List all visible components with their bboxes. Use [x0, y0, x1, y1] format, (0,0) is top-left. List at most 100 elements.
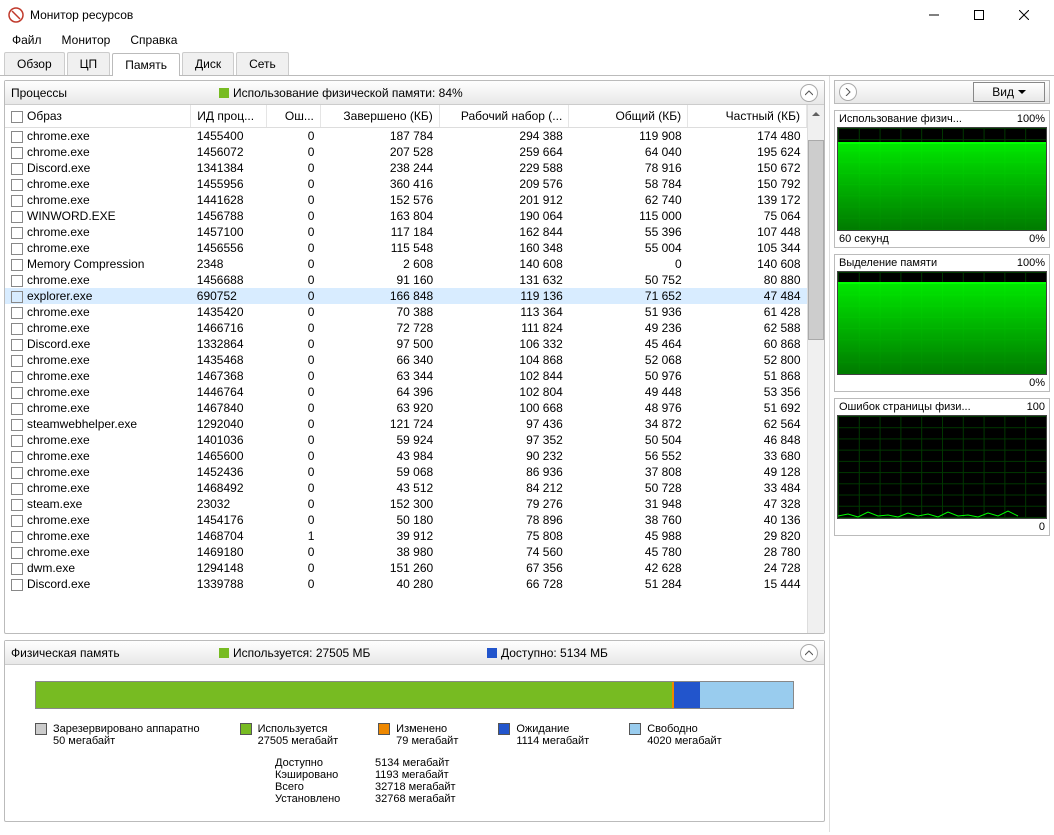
physical-memory-header[interactable]: Физическая память Используется: 27505 МБ…: [5, 641, 824, 665]
table-row[interactable]: chrome.exe14565560115 548160 34855 00410…: [5, 240, 807, 256]
table-row[interactable]: chrome.exe1454176050 18078 89638 76040 1…: [5, 512, 807, 528]
row-checkbox[interactable]: [11, 403, 23, 415]
legend-reserved: Зарезервировано аппаратно50 мегабайт: [35, 723, 200, 747]
row-checkbox[interactable]: [11, 435, 23, 447]
select-all-checkbox[interactable]: [11, 111, 23, 123]
collapse-processes-button[interactable]: [800, 84, 818, 102]
view-button[interactable]: Вид: [973, 82, 1045, 102]
menubar: Файл Монитор Справка: [0, 30, 1054, 50]
table-row[interactable]: WINWORD.EXE14567880163 804190 064115 000…: [5, 208, 807, 224]
table-row[interactable]: chrome.exe14416280152 576201 91262 74013…: [5, 192, 807, 208]
table-row[interactable]: chrome.exe1467368063 344102 84450 97651 …: [5, 368, 807, 384]
processes-table: Образ ИД проц... Ош... Завершено (КБ) Ра…: [5, 105, 807, 592]
row-checkbox[interactable]: [11, 387, 23, 399]
tab-overview[interactable]: Обзор: [4, 52, 65, 75]
scroll-up-button[interactable]: [808, 105, 824, 122]
table-row[interactable]: chrome.exe14554000187 784294 388119 9081…: [5, 128, 807, 145]
row-checkbox[interactable]: [11, 531, 23, 543]
table-row[interactable]: Discord.exe13413840238 244229 58878 9161…: [5, 160, 807, 176]
table-row[interactable]: Discord.exe1332864097 500106 33245 46460…: [5, 336, 807, 352]
table-row[interactable]: chrome.exe1469180038 98074 56045 78028 7…: [5, 544, 807, 560]
mem-avail-label: Доступно: 5134 МБ: [501, 646, 608, 660]
menu-monitor[interactable]: Монитор: [58, 31, 115, 49]
row-checkbox[interactable]: [11, 291, 23, 303]
row-checkbox[interactable]: [11, 259, 23, 271]
row-checkbox[interactable]: [11, 371, 23, 383]
table-row[interactable]: chrome.exe14560720207 528259 66464 04019…: [5, 144, 807, 160]
table-row[interactable]: chrome.exe1446764064 396102 80449 44853 …: [5, 384, 807, 400]
minimize-button[interactable]: [911, 0, 956, 30]
row-checkbox[interactable]: [11, 147, 23, 159]
col-working-set[interactable]: Рабочий набор (...: [439, 105, 569, 128]
processes-header[interactable]: Процессы Использование физической памяти…: [5, 81, 824, 105]
row-checkbox[interactable]: [11, 499, 23, 511]
row-checkbox[interactable]: [11, 515, 23, 527]
row-checkbox[interactable]: [11, 275, 23, 287]
table-row[interactable]: dwm.exe12941480151 26067 35642 62824 728: [5, 560, 807, 576]
maximize-button[interactable]: [956, 0, 1001, 30]
table-row[interactable]: chrome.exe1466716072 728111 82449 23662 …: [5, 320, 807, 336]
collapse-side-button[interactable]: [839, 83, 857, 101]
table-row[interactable]: steamwebhelper.exe12920400121 72497 4363…: [5, 416, 807, 432]
table-row[interactable]: chrome.exe1435420070 388113 36451 93661 …: [5, 304, 807, 320]
row-checkbox[interactable]: [11, 243, 23, 255]
processes-usage: Использование физической памяти: 84%: [233, 86, 463, 100]
graph-commit: Выделение памяти100% 0%: [834, 254, 1050, 392]
tab-disk[interactable]: Диск: [182, 52, 234, 75]
tab-network[interactable]: Сеть: [236, 52, 289, 75]
table-row[interactable]: chrome.exe1452436059 06886 93637 80849 1…: [5, 464, 807, 480]
legend-free: Свободно4020 мегабайт: [629, 723, 721, 747]
table-row[interactable]: Discord.exe1339788040 28066 72851 28415 …: [5, 576, 807, 592]
col-private[interactable]: Частный (КБ): [688, 105, 807, 128]
menu-help[interactable]: Справка: [126, 31, 181, 49]
row-checkbox[interactable]: [11, 579, 23, 591]
memory-stats: Доступно5134 мегабайт Кэшировано1193 мег…: [275, 757, 794, 805]
col-commit[interactable]: Завершено (КБ): [320, 105, 439, 128]
tab-cpu[interactable]: ЦП: [67, 52, 111, 75]
table-row[interactable]: chrome.exe1401036059 92497 35250 50446 8…: [5, 432, 807, 448]
table-row[interactable]: chrome.exe1468492043 51284 21250 72833 4…: [5, 480, 807, 496]
menu-file[interactable]: Файл: [8, 31, 46, 49]
row-checkbox[interactable]: [11, 211, 23, 223]
row-checkbox[interactable]: [11, 131, 23, 143]
table-row[interactable]: chrome.exe1456688091 160131 63250 75280 …: [5, 272, 807, 288]
row-checkbox[interactable]: [11, 467, 23, 479]
row-checkbox[interactable]: [11, 355, 23, 367]
close-button[interactable]: [1001, 0, 1046, 30]
legend-used: Используется27505 мегабайт: [240, 723, 339, 747]
table-row[interactable]: chrome.exe1468704139 91275 80845 98829 8…: [5, 528, 807, 544]
graph-physical-usage: Использование физич...100% 60 секунд0%: [834, 110, 1050, 248]
table-row[interactable]: chrome.exe14559560360 416209 57658 78415…: [5, 176, 807, 192]
row-checkbox[interactable]: [11, 195, 23, 207]
col-errors[interactable]: Ош...: [266, 105, 320, 128]
graph-page-faults: Ошибок страницы физи...100 0: [834, 398, 1050, 536]
row-checkbox[interactable]: [11, 419, 23, 431]
table-row[interactable]: steam.exe230320152 30079 27631 94847 328: [5, 496, 807, 512]
collapse-memory-button[interactable]: [800, 644, 818, 662]
row-checkbox[interactable]: [11, 339, 23, 351]
row-checkbox[interactable]: [11, 563, 23, 575]
table-row[interactable]: explorer.exe6907520166 848119 13671 6524…: [5, 288, 807, 304]
table-row[interactable]: Memory Compression234802 608140 6080140 …: [5, 256, 807, 272]
row-checkbox[interactable]: [11, 163, 23, 175]
row-checkbox[interactable]: [11, 307, 23, 319]
table-row[interactable]: chrome.exe1467840063 920100 66848 97651 …: [5, 400, 807, 416]
row-checkbox[interactable]: [11, 451, 23, 463]
scroll-thumb[interactable]: [808, 140, 824, 340]
tab-memory[interactable]: Память: [112, 53, 180, 76]
table-row[interactable]: chrome.exe14571000117 184162 84455 39610…: [5, 224, 807, 240]
col-pid[interactable]: ИД проц...: [191, 105, 267, 128]
row-checkbox[interactable]: [11, 323, 23, 335]
chevron-down-icon: [1018, 88, 1026, 96]
processes-scrollbar[interactable]: [807, 105, 824, 633]
legend-standby: Ожидание1114 мегабайт: [498, 723, 589, 747]
row-checkbox[interactable]: [11, 179, 23, 191]
col-shareable[interactable]: Общий (КБ): [569, 105, 688, 128]
col-image[interactable]: Образ: [5, 105, 191, 128]
row-checkbox[interactable]: [11, 483, 23, 495]
row-checkbox[interactable]: [11, 547, 23, 559]
table-row[interactable]: chrome.exe1465600043 98490 23256 55233 6…: [5, 448, 807, 464]
row-checkbox[interactable]: [11, 227, 23, 239]
membar-free: [700, 682, 793, 708]
table-row[interactable]: chrome.exe1435468066 340104 86852 06852 …: [5, 352, 807, 368]
